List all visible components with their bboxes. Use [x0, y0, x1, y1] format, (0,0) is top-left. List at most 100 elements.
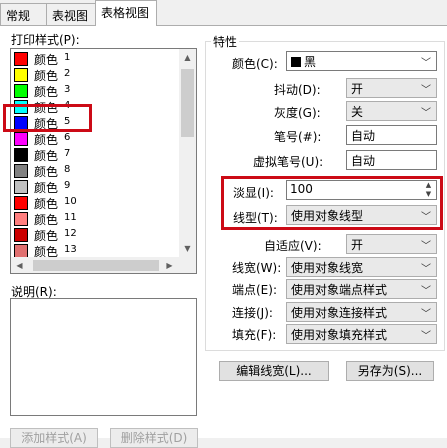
join-value: 使用对象连接样式 — [291, 306, 388, 320]
color-swatch-icon — [14, 212, 28, 226]
save-as-button[interactable]: 另存为(S)... — [346, 361, 434, 381]
color-swatch-icon — [14, 132, 28, 146]
edit-lineweight-button[interactable]: 编辑线宽(L)... — [219, 361, 329, 381]
tab-divider — [0, 25, 447, 26]
list-item[interactable]: 颜色 12 — [13, 227, 179, 243]
item-name: 颜色 — [34, 197, 59, 211]
hscroll-thumb[interactable] — [33, 260, 159, 271]
vertical-scrollbar[interactable]: ▲ ▼ — [179, 49, 196, 257]
endpoint-label: 端点(E): — [232, 283, 277, 297]
chevron-down-icon: ﹀ — [421, 58, 431, 69]
horizontal-scrollbar[interactable]: ◀ ▶ — [11, 257, 196, 273]
tab-label: 表格视图 — [101, 6, 150, 20]
color-swatch-icon — [14, 164, 28, 178]
chevron-down-icon: ﹀ — [421, 108, 431, 119]
print-styles-label: 打印样式(P): — [11, 33, 80, 47]
tab-label: 表视图 — [52, 9, 89, 23]
scroll-corner — [179, 257, 196, 273]
chevron-down-icon: ﹀ — [421, 331, 431, 342]
list-item[interactable]: 颜色 11 — [13, 211, 179, 227]
list-item[interactable]: 颜色 2 — [13, 67, 179, 83]
add-style-button[interactable]: 添加样式(A) — [10, 428, 98, 448]
lineweight-select[interactable]: 使用对象线宽 ﹀ — [286, 257, 437, 277]
virtual-pen-input[interactable]: 自动 — [346, 150, 437, 170]
list-item[interactable]: 颜色 1 — [13, 51, 179, 67]
virtual-pen-label: 虚拟笔号(U): — [253, 155, 324, 169]
endpoint-value: 使用对象端点样式 — [291, 283, 388, 297]
item-name: 颜色 — [34, 213, 59, 227]
scroll-up-icon[interactable]: ▲ — [179, 49, 196, 66]
list-item[interactable]: 颜色 6 — [13, 131, 179, 147]
highlight-box-color5 — [3, 104, 92, 132]
color-swatch-icon — [14, 68, 28, 82]
item-number: 11 — [64, 212, 77, 223]
list-item[interactable]: 颜色 8 — [13, 163, 179, 179]
chevron-down-icon: ﹀ — [421, 286, 431, 297]
chevron-down-icon: ﹀ — [421, 241, 431, 252]
scroll-thumb[interactable] — [181, 69, 194, 137]
fill-select[interactable]: 使用对象填充样式 ﹀ — [286, 324, 437, 344]
pen-number-input[interactable]: 自动 — [346, 125, 437, 145]
chevron-down-icon: ﹀ — [421, 264, 431, 275]
item-name: 颜色 — [34, 85, 59, 99]
color-swatch-icon — [14, 180, 28, 194]
item-number: 3 — [64, 84, 71, 95]
color-label: 颜色(C): — [232, 57, 278, 71]
color-swatch-icon — [291, 57, 301, 67]
item-number: 12 — [64, 228, 77, 239]
color-value: 黑 — [304, 55, 317, 69]
tab-form-view[interactable]: 表格视图 — [95, 0, 157, 26]
item-name: 颜色 — [34, 69, 59, 83]
description-box[interactable] — [10, 298, 197, 416]
tab-table-view[interactable]: 表视图 — [46, 3, 96, 25]
item-number: 2 — [64, 68, 71, 79]
scroll-down-icon[interactable]: ▼ — [179, 240, 196, 257]
join-select[interactable]: 使用对象连接样式 ﹀ — [286, 302, 437, 322]
color-swatch-icon — [14, 196, 28, 210]
item-number: 7 — [64, 148, 71, 159]
fill-value: 使用对象填充样式 — [291, 328, 388, 342]
adaptive-select[interactable]: 开 ﹀ — [346, 234, 437, 254]
lineweight-label: 线宽(W): — [232, 261, 282, 275]
dither-label: 抖动(D): — [274, 83, 321, 97]
item-name: 颜色 — [34, 229, 59, 243]
join-label: 连接(J): — [232, 306, 273, 320]
dither-select[interactable]: 开 ﹀ — [346, 78, 437, 98]
color-swatch-icon — [14, 84, 28, 98]
fill-label: 填充(F): — [232, 328, 277, 342]
delete-style-button[interactable]: 删除样式(D) — [110, 428, 198, 448]
lineweight-value: 使用对象线宽 — [291, 261, 364, 275]
grayscale-select[interactable]: 关 ﹀ — [346, 101, 437, 121]
color-swatch-icon — [14, 52, 28, 66]
properties-group-label: 特性 — [211, 33, 240, 50]
item-name: 颜色 — [34, 53, 59, 67]
adaptive-label: 自适应(V): — [264, 239, 322, 253]
item-number: 13 — [64, 244, 77, 255]
item-number: 6 — [64, 132, 71, 143]
scroll-right-icon[interactable]: ▶ — [161, 257, 178, 273]
item-number: 9 — [64, 180, 71, 191]
highlight-box-screening-linetype — [221, 176, 443, 230]
item-name: 颜色 — [34, 181, 59, 195]
item-number: 10 — [64, 196, 77, 207]
color-swatch-icon — [14, 228, 28, 242]
scroll-left-icon[interactable]: ◀ — [11, 257, 28, 273]
grayscale-value: 关 — [351, 105, 364, 119]
item-name: 颜色 — [34, 165, 59, 179]
tab-label: 常规 — [6, 9, 31, 23]
virtual-pen-value: 自动 — [351, 154, 376, 168]
item-name: 颜色 — [34, 133, 59, 147]
pen-number-label: 笔号(#): — [274, 130, 322, 144]
pen-number-value: 自动 — [351, 129, 376, 143]
chevron-down-icon: ﹀ — [421, 309, 431, 320]
chevron-down-icon: ﹀ — [421, 85, 431, 96]
list-item[interactable]: 颜色 3 — [13, 83, 179, 99]
list-item[interactable]: 颜色 10 — [13, 195, 179, 211]
endpoint-select[interactable]: 使用对象端点样式 ﹀ — [286, 279, 437, 299]
list-item[interactable]: 颜色 9 — [13, 179, 179, 195]
color-select[interactable]: 黑 ﹀ — [286, 51, 437, 71]
list-item[interactable]: 颜色 7 — [13, 147, 179, 163]
print-styles-list[interactable]: 颜色 1 颜色 2 颜色 3 颜色 4 颜色 5 颜色 6 颜色 7 颜色 8 颜色 9 颜色 10 颜色 11 颜色 12 颜… — [10, 48, 197, 274]
tab-general[interactable]: 常规 — [0, 3, 47, 25]
color-swatch-icon — [14, 244, 28, 258]
